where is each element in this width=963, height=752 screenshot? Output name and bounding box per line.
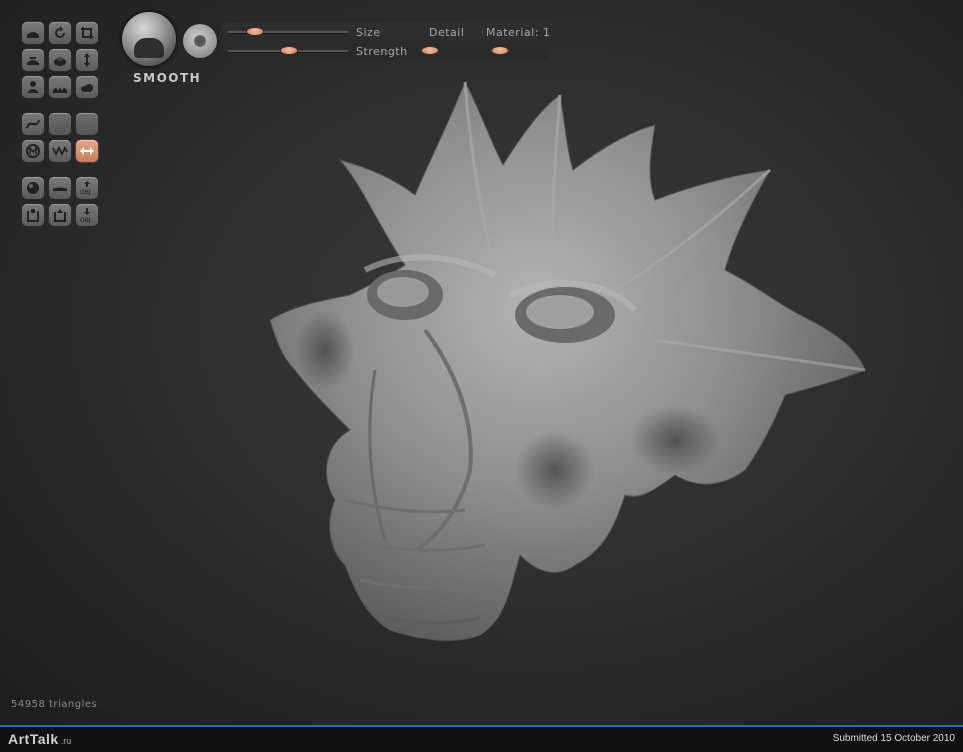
tool-button-import-obj[interactable]: OBJ <box>76 204 98 226</box>
footer-bar: ArtTalk .ru Submitted 15 October 2010 <box>0 725 963 752</box>
cloud-icon <box>81 84 93 92</box>
mask-icon <box>26 144 40 158</box>
tool-button-clay[interactable] <box>22 49 44 71</box>
wave-icon <box>52 145 68 157</box>
tool-button-sphere[interactable] <box>22 177 44 199</box>
move-icon <box>84 53 90 67</box>
tool-button-blank[interactable] <box>76 113 98 135</box>
tool-button-export-obj[interactable]: OBJ <box>76 177 98 199</box>
material-label: Material: 1 <box>486 26 551 39</box>
tool-button-bump[interactable] <box>49 76 71 98</box>
bump-icon <box>53 88 67 93</box>
flatten-icon <box>27 32 39 38</box>
tool-button-crop[interactable] <box>76 22 98 44</box>
rotate-icon <box>55 26 65 38</box>
submitted-date: Submitted 15 October 2010 <box>832 733 955 744</box>
tool-button-symmetry[interactable] <box>76 140 98 162</box>
strength-label: Strength <box>356 45 408 58</box>
material-slider-knob[interactable] <box>492 47 508 54</box>
detail-label: Detail <box>429 26 465 39</box>
3d-viewport[interactable]: OBJ OBJ SMOOTH Size Strength Detail Mater… <box>0 0 963 725</box>
size-slider-knob[interactable] <box>247 28 263 35</box>
inflate-icon <box>54 57 66 66</box>
brush-shape-icon <box>134 38 164 58</box>
tool-button-curve[interactable] <box>22 113 44 135</box>
brush-name: SMOOTH <box>133 71 202 85</box>
sculpt-mesh[interactable] <box>255 70 880 660</box>
blank-icon <box>52 116 68 132</box>
svg-text:OBJ: OBJ <box>80 217 91 223</box>
tool-button-plane[interactable] <box>49 177 71 199</box>
tool-button-inflate[interactable] <box>49 49 71 71</box>
symmetry-icon <box>80 147 94 155</box>
size-slider-track[interactable] <box>228 31 348 33</box>
plane-icon <box>53 187 67 191</box>
tool-button-blank[interactable] <box>49 113 71 135</box>
brush-falloff-button[interactable] <box>183 24 217 58</box>
blank-icon <box>79 116 95 132</box>
clay-icon <box>27 57 39 65</box>
sphere-icon <box>27 182 39 194</box>
tool-button-cloud[interactable] <box>76 76 98 98</box>
logo-domain: .ru <box>60 736 72 746</box>
logo-text: ArtTalk <box>8 731 59 747</box>
tool-button-mask[interactable] <box>22 140 44 162</box>
pinch-icon <box>27 81 39 93</box>
site-logo[interactable]: ArtTalk .ru <box>8 730 71 748</box>
falloff-icon <box>194 35 206 47</box>
tool-button-wave[interactable] <box>49 140 71 162</box>
import-obj-icon: OBJ <box>80 208 91 223</box>
triangle-count: 54958 triangles <box>11 699 98 710</box>
export-obj-icon: OBJ <box>80 181 91 196</box>
tool-button-rotate[interactable] <box>49 22 71 44</box>
curve-icon <box>26 119 40 129</box>
tool-button-load[interactable] <box>49 204 71 226</box>
tool-button-flatten[interactable] <box>22 22 44 44</box>
detail-slider-knob[interactable] <box>422 47 438 54</box>
svg-text:OBJ: OBJ <box>80 189 91 196</box>
brush-preview[interactable] <box>122 12 176 66</box>
save-icon <box>27 209 39 222</box>
crop-icon <box>81 27 93 39</box>
tool-button-pinch[interactable] <box>22 76 44 98</box>
tool-button-move[interactable] <box>76 49 98 71</box>
strength-slider-knob[interactable] <box>281 47 297 54</box>
size-label: Size <box>356 26 381 39</box>
load-icon <box>54 209 66 222</box>
tool-button-save[interactable] <box>22 204 44 226</box>
